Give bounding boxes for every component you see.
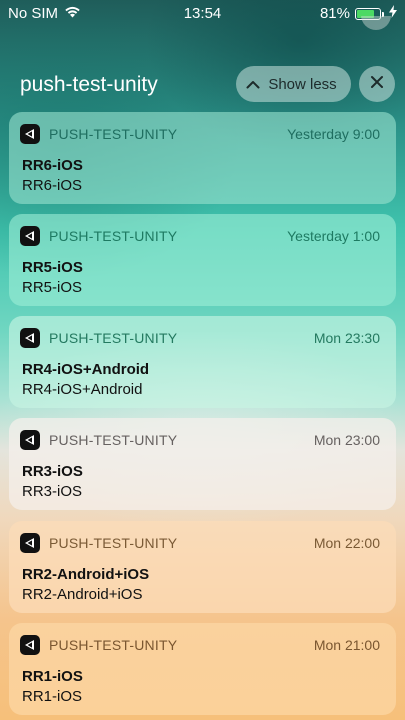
show-less-button[interactable]: Show less bbox=[236, 66, 351, 102]
notification-body: RR3-iOS bbox=[22, 483, 83, 500]
notification-card[interactable]: PUSH-TEST-UNITY Yesterday 1:00 RR5-iOS R… bbox=[9, 214, 396, 306]
close-icon bbox=[370, 75, 384, 94]
notification-body: RR5-iOS bbox=[22, 279, 83, 296]
notification-title: RR3-iOS bbox=[22, 463, 83, 480]
notification-body: RR1-iOS bbox=[22, 688, 83, 705]
notification-body: RR6-iOS bbox=[22, 177, 83, 194]
notification-card[interactable]: PUSH-TEST-UNITY Mon 23:00 RR3-iOS RR3-iO… bbox=[9, 418, 396, 510]
notification-app-name: PUSH-TEST-UNITY bbox=[49, 228, 178, 244]
notification-app-name: PUSH-TEST-UNITY bbox=[49, 126, 178, 142]
chevron-up-icon bbox=[246, 76, 260, 93]
notification-time: Mon 23:30 bbox=[313, 330, 380, 346]
status-bar: No SIM 13:54 81% bbox=[0, 0, 405, 28]
notification-card[interactable]: PUSH-TEST-UNITY Mon 22:00 RR2-Android+iO… bbox=[9, 521, 396, 613]
unity-app-icon bbox=[20, 124, 40, 144]
notification-body: RR2-Android+iOS bbox=[22, 586, 143, 603]
notification-time: Mon 23:00 bbox=[313, 432, 380, 448]
notification-title: RR2-Android+iOS bbox=[22, 566, 150, 583]
notification-app-name: PUSH-TEST-UNITY bbox=[49, 330, 178, 346]
unity-app-icon bbox=[20, 635, 40, 655]
notification-app-name: PUSH-TEST-UNITY bbox=[49, 432, 178, 448]
group-title: push-test-unity bbox=[20, 73, 158, 96]
notification-card[interactable]: PUSH-TEST-UNITY Mon 21:00 RR1-iOS RR1-iO… bbox=[9, 623, 396, 715]
notification-app-name: PUSH-TEST-UNITY bbox=[49, 535, 178, 551]
notification-title: RR4-iOS+Android bbox=[22, 361, 150, 378]
clear-group-button[interactable] bbox=[359, 66, 395, 102]
unity-app-icon bbox=[20, 226, 40, 246]
show-less-label: Show less bbox=[268, 75, 337, 93]
unity-app-icon bbox=[20, 430, 40, 450]
notification-body: RR4-iOS+Android bbox=[22, 381, 143, 398]
notification-group-header: push-test-unity Show less bbox=[0, 62, 405, 106]
notification-title: RR1-iOS bbox=[22, 668, 83, 685]
unity-app-icon bbox=[20, 328, 40, 348]
notification-time: Mon 21:00 bbox=[313, 637, 380, 653]
notification-card[interactable]: PUSH-TEST-UNITY Yesterday 9:00 RR6-iOS R… bbox=[9, 112, 396, 204]
notification-title: RR6-iOS bbox=[22, 157, 83, 174]
notification-time: Yesterday 1:00 bbox=[287, 228, 380, 244]
notification-app-name: PUSH-TEST-UNITY bbox=[49, 637, 178, 653]
notification-title: RR5-iOS bbox=[22, 259, 83, 276]
notification-card[interactable]: PUSH-TEST-UNITY Mon 23:30 RR4-iOS+Androi… bbox=[9, 316, 396, 408]
battery-percent: 81% bbox=[319, 5, 350, 22]
notification-time: Yesterday 9:00 bbox=[287, 126, 380, 142]
notification-time: Mon 22:00 bbox=[313, 535, 380, 551]
unity-app-icon bbox=[20, 533, 40, 553]
